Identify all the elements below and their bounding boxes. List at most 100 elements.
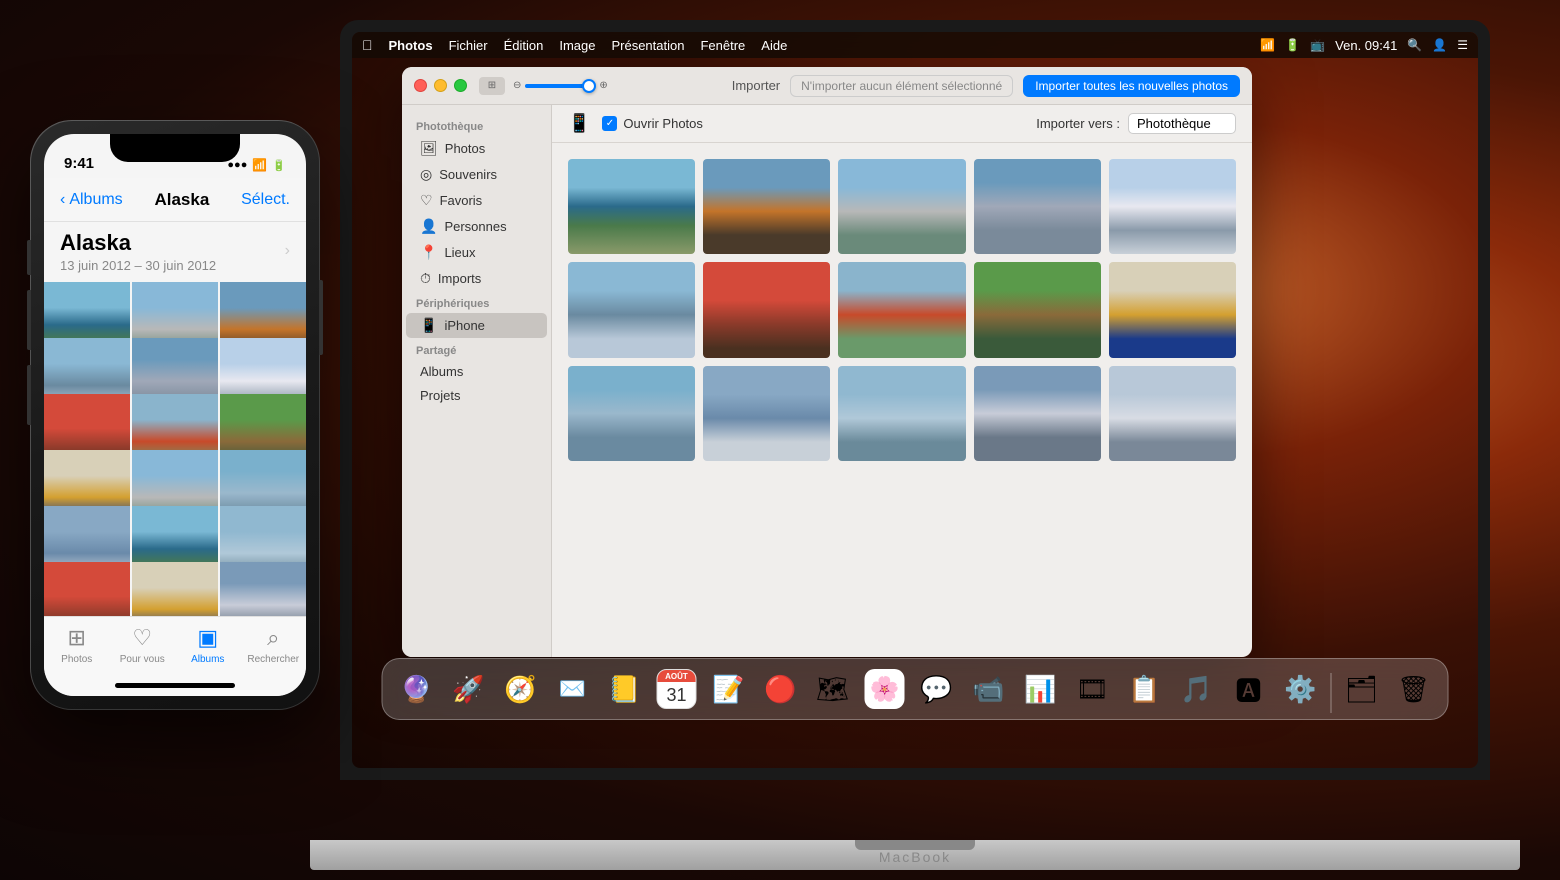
import-bar: Importer N'importer aucun élément sélect…: [732, 75, 1240, 97]
iphone-photo-16[interactable]: [44, 562, 130, 616]
photo-thumbnail-13: [838, 366, 965, 461]
dock-contacts[interactable]: 📒: [601, 665, 649, 713]
dock-keynote[interactable]: 🎞: [1069, 665, 1117, 713]
iphone-back-button[interactable]: ‹ Albums: [60, 191, 123, 209]
photo-grid: [552, 143, 1252, 657]
app-name-menu[interactable]: Photos: [389, 38, 433, 53]
list-icon[interactable]: ☰: [1457, 38, 1468, 52]
zoom-slider-thumb[interactable]: [582, 79, 596, 93]
sidebar-item-photos[interactable]: 🖼 Photos: [406, 136, 547, 161]
menubar-left:  Photos Photothèque Fichier Édition Ima…: [362, 37, 787, 53]
sidebar-item-souvenirs[interactable]: ◎ Souvenirs: [406, 162, 547, 187]
sidebar-projets-label: Projets: [420, 388, 460, 403]
import-label: Importer: [732, 78, 780, 93]
dock-mail[interactable]: ✉️: [549, 665, 597, 713]
dock-trash[interactable]: 🗑: [1390, 665, 1438, 713]
dock: 🔮 🚀 🧭 ✉️ 📒 AOÛT 31 📝 🔴 🗺 🌸 💬: [382, 658, 1449, 720]
edition-menu-item[interactable]: Édition: [504, 38, 544, 53]
dock-launchpad[interactable]: 🚀: [445, 665, 493, 713]
photo-cell-15[interactable]: [1109, 366, 1236, 461]
sidebar-item-projets[interactable]: Projets: [406, 384, 547, 407]
photo-thumbnail-8: [838, 262, 965, 357]
close-button[interactable]: [414, 79, 427, 92]
search-icon[interactable]: 🔍: [1407, 38, 1422, 52]
sidebar: Photothèque 🖼 Photos ◎ Souvenirs ♡ Favor…: [402, 105, 552, 657]
sidebar-item-iphone[interactable]: 📱 iPhone: [406, 313, 547, 338]
import-to-label: Importer vers :: [1036, 116, 1120, 131]
photo-cell-14[interactable]: [974, 366, 1101, 461]
photo-cell-1[interactable]: [568, 159, 695, 254]
macbook-device:  Photos Photothèque Fichier Édition Ima…: [310, 20, 1520, 880]
dock-pages[interactable]: 📋: [1121, 665, 1169, 713]
dock-messages[interactable]: 💬: [913, 665, 961, 713]
photo-cell-8[interactable]: [838, 262, 965, 357]
sidebar-toggle-button[interactable]: ⊞: [479, 77, 505, 95]
photo-cell-11[interactable]: [568, 366, 695, 461]
photo-cell-9[interactable]: [974, 262, 1101, 357]
dock-maps[interactable]: 🗺: [809, 665, 857, 713]
sidebar-item-albums[interactable]: Albums: [406, 360, 547, 383]
dock-files[interactable]: 🗂: [1338, 665, 1386, 713]
sidebar-item-personnes[interactable]: 👤 Personnes: [406, 214, 547, 239]
iphone-power-button[interactable]: [319, 280, 323, 355]
iphone-tab-photos[interactable]: ⊞ Photos: [44, 625, 110, 665]
iphone-photo-17[interactable]: [132, 562, 218, 616]
photo-thumbnail-15: [1109, 366, 1236, 461]
minimize-button[interactable]: [434, 79, 447, 92]
dock-numbers[interactable]: 📊: [1017, 665, 1065, 713]
photo-thumbnail-6: [568, 262, 695, 357]
destination-select[interactable]: Photothèque: [1128, 113, 1236, 134]
import-all-button[interactable]: Importer toutes les nouvelles photos: [1023, 75, 1240, 97]
photo-cell-6[interactable]: [568, 262, 695, 357]
open-photos-checkbox-area[interactable]: ✓ Ouvrir Photos: [602, 116, 702, 131]
aide-menu-item[interactable]: Aide: [761, 38, 787, 53]
menubar-right: 📶 🔋 📺 Ven. 09:41 🔍 👤 ☰: [1260, 38, 1468, 53]
dock-music[interactable]: 🎵: [1173, 665, 1221, 713]
iphone-mute-button[interactable]: [27, 240, 31, 275]
import-destination: Importer vers : Photothèque: [1036, 113, 1236, 134]
dock-safari[interactable]: 🧭: [497, 665, 545, 713]
photo-cell-12[interactable]: [703, 366, 830, 461]
photo-cell-10[interactable]: [1109, 262, 1236, 357]
iphone-volume-up-button[interactable]: [27, 290, 31, 350]
dock-notes[interactable]: 📝: [705, 665, 753, 713]
photo-cell-4[interactable]: [974, 159, 1101, 254]
iphone-select-button[interactable]: Sélect.: [241, 191, 290, 209]
sidebar-photos-label: Photos: [445, 141, 485, 156]
dock-reminders[interactable]: 🔴: [757, 665, 805, 713]
iphone-tab-pourvous[interactable]: ♡ Pour vous: [110, 625, 176, 665]
dock-appstore[interactable]: 🅰: [1225, 665, 1273, 713]
maximize-button[interactable]: [454, 79, 467, 92]
iphone-tab-albums[interactable]: ▣ Albums: [175, 625, 241, 665]
user-icon[interactable]: 👤: [1432, 38, 1447, 52]
photo-cell-5[interactable]: [1109, 159, 1236, 254]
dock-siri[interactable]: 🔮: [393, 665, 441, 713]
photo-cell-7[interactable]: [703, 262, 830, 357]
titlebar-controls: ⊞ ⊖ ⊕: [479, 77, 608, 95]
sidebar-item-lieux[interactable]: 📍 Lieux: [406, 240, 547, 265]
iphone-photo-18[interactable]: [220, 562, 306, 616]
dock-photos[interactable]: 🌸: [861, 665, 909, 713]
sidebar-item-favoris[interactable]: ♡ Favoris: [406, 188, 547, 213]
photo-cell-3[interactable]: [838, 159, 965, 254]
apple-menu-icon[interactable]: : [362, 37, 373, 53]
zoom-slider-track[interactable]: [525, 84, 595, 88]
iphone-tab-rechercher[interactable]: ⌕ Rechercher: [241, 625, 307, 665]
dock-systemprefs[interactable]: ⚙️: [1277, 665, 1325, 713]
iphone-battery-icon: 🔋: [272, 159, 286, 172]
presentation-menu-item[interactable]: Présentation: [611, 38, 684, 53]
open-photos-checkbox[interactable]: ✓: [602, 116, 617, 131]
battery-icon: 🔋: [1285, 38, 1300, 52]
iphone-device: 9:41 ●●● 📶 🔋 ‹ Albums Alaska Sélect.: [30, 120, 320, 710]
photo-cell-13[interactable]: [838, 366, 965, 461]
dock-facetime[interactable]: 📹: [965, 665, 1013, 713]
fenetre-menu-item[interactable]: Fenêtre: [700, 38, 745, 53]
fichier-menu-item[interactable]: Fichier: [449, 38, 488, 53]
dock-calendar[interactable]: AOÛT 31: [653, 665, 701, 713]
image-menu-item[interactable]: Image: [559, 38, 595, 53]
sidebar-item-imports[interactable]: ⏱ Imports: [406, 266, 547, 291]
iphone-album-chevron: ›: [285, 242, 290, 260]
photo-cell-2[interactable]: [703, 159, 830, 254]
iphone-volume-down-button[interactable]: [27, 365, 31, 425]
souvenirs-icon: ◎: [420, 166, 432, 183]
